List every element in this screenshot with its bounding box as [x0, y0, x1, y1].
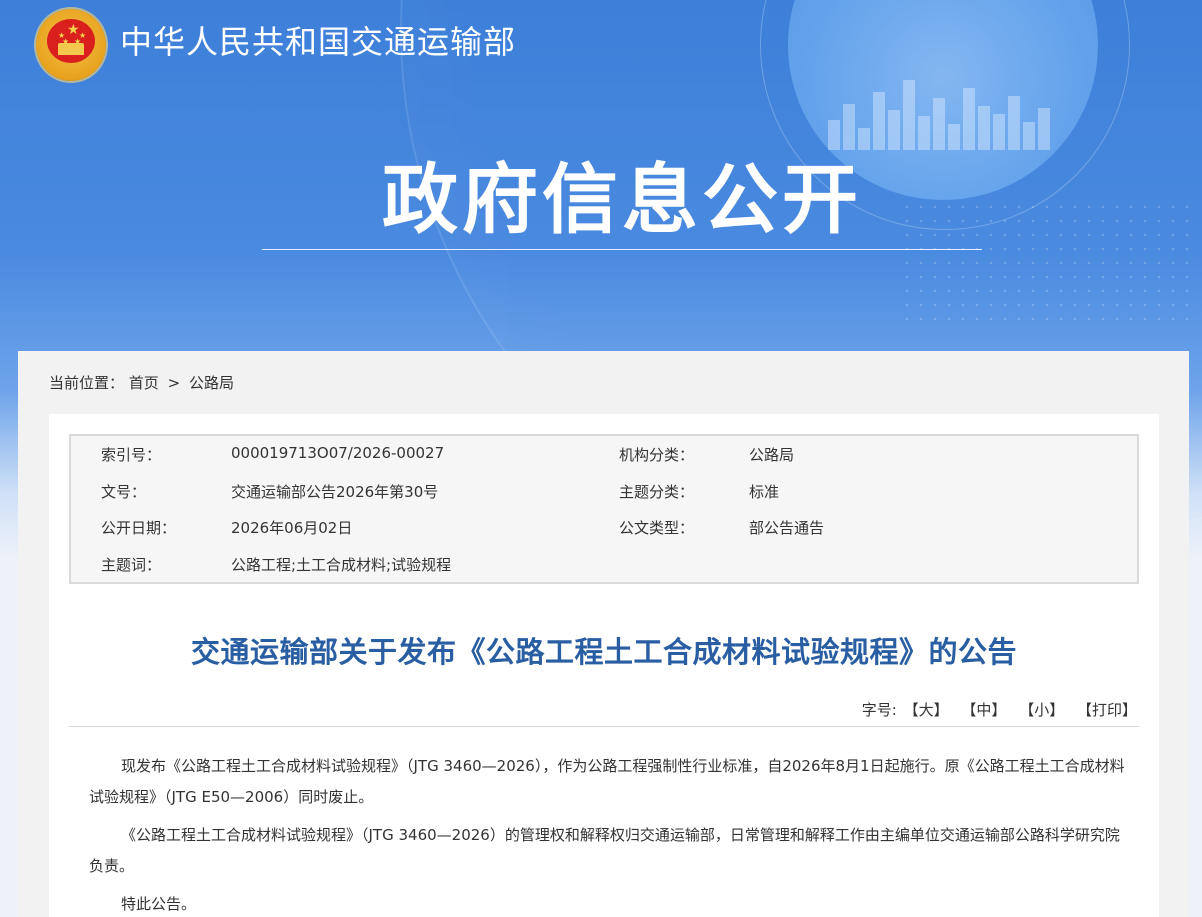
- keywords-value: 公路工程;土工合成材料;试验规程: [231, 555, 452, 574]
- metadata-row: 主题词： 公路工程;土工合成材料;试验规程: [71, 554, 1137, 591]
- metadata-row: 公开日期： 2026年06月02日 公文类型： 部公告通告: [71, 517, 1137, 554]
- metadata-row: 索引号： 000019713O07/2026-00027 机构分类： 公路局: [71, 444, 1137, 481]
- print-button[interactable]: 【打印】: [1077, 701, 1137, 719]
- breadcrumb-separator: >: [167, 374, 181, 392]
- organization-category-value: 公路局: [749, 446, 795, 464]
- section-title-underline: [262, 249, 982, 250]
- document-number-label: 文号：: [101, 482, 147, 501]
- document-title: 交通运输部关于发布《公路工程土工合成材料试验规程》的公告: [190, 635, 1017, 669]
- content-area: 当前位置： 首页 > 公路局 索引号： 000019713O07/2026-00…: [18, 351, 1189, 917]
- index-number-label: 索引号：: [101, 446, 162, 464]
- body-paragraph: 特此公告。: [121, 895, 197, 913]
- font-size-large-button[interactable]: 【大】: [904, 701, 949, 719]
- organization-category-label: 机构分类：: [619, 446, 695, 464]
- section-title: 政府信息公开: [382, 155, 862, 244]
- document-metadata-table: 索引号： 000019713O07/2026-00027 机构分类： 公路局 文…: [69, 434, 1139, 584]
- city-skyline-graphic: [828, 70, 1068, 150]
- breadcrumb-label: 当前位置：: [49, 374, 125, 392]
- publish-date-value: 2026年06月02日: [231, 519, 353, 537]
- topic-category-label: 主题分类：: [619, 482, 695, 501]
- article-card: 索引号： 000019713O07/2026-00027 机构分类： 公路局 文…: [49, 414, 1159, 917]
- index-number-value: 000019713O07/2026-00027: [231, 444, 445, 462]
- document-number-value: 交通运输部公告2026年第30号: [231, 482, 439, 501]
- font-size-toolbar: 字号: 【大】 【中】 【小】 【打印】: [862, 699, 1137, 721]
- metadata-row: 文号： 交通运输部公告2026年第30号 主题分类： 标准: [71, 481, 1137, 518]
- keywords-label: 主题词：: [101, 555, 162, 574]
- national-emblem-icon[interactable]: ★ ★ ★ ★ ★: [36, 9, 106, 81]
- breadcrumb: 当前位置： 首页 > 公路局: [49, 373, 234, 393]
- publish-date-label: 公开日期：: [101, 519, 177, 537]
- document-type-value: 部公告通告: [749, 519, 825, 537]
- font-size-medium-button[interactable]: 【中】: [961, 701, 1006, 719]
- breadcrumb-home-link[interactable]: 首页: [129, 374, 159, 392]
- document-type-label: 公文类型：: [619, 519, 695, 537]
- document-body: 现发布《公路工程土工合成材料试验规程》（JTG 3460—2026），作为公路工…: [89, 751, 1129, 917]
- font-size-small-button[interactable]: 【小】: [1019, 701, 1064, 719]
- site-name[interactable]: 中华人民共和国交通运输部: [120, 20, 516, 64]
- body-paragraph: 《公路工程土工合成材料试验规程》（JTG 3460—2026）的管理权和解释权归…: [89, 826, 1120, 875]
- topic-category-value: 标准: [749, 482, 780, 501]
- breadcrumb-highway-bureau-link[interactable]: 公路局: [189, 374, 234, 392]
- title-divider: [69, 726, 1139, 727]
- body-paragraph: 现发布《公路工程土工合成材料试验规程》（JTG 3460—2026），作为公路工…: [89, 757, 1125, 806]
- font-size-label: 字号:: [861, 701, 897, 719]
